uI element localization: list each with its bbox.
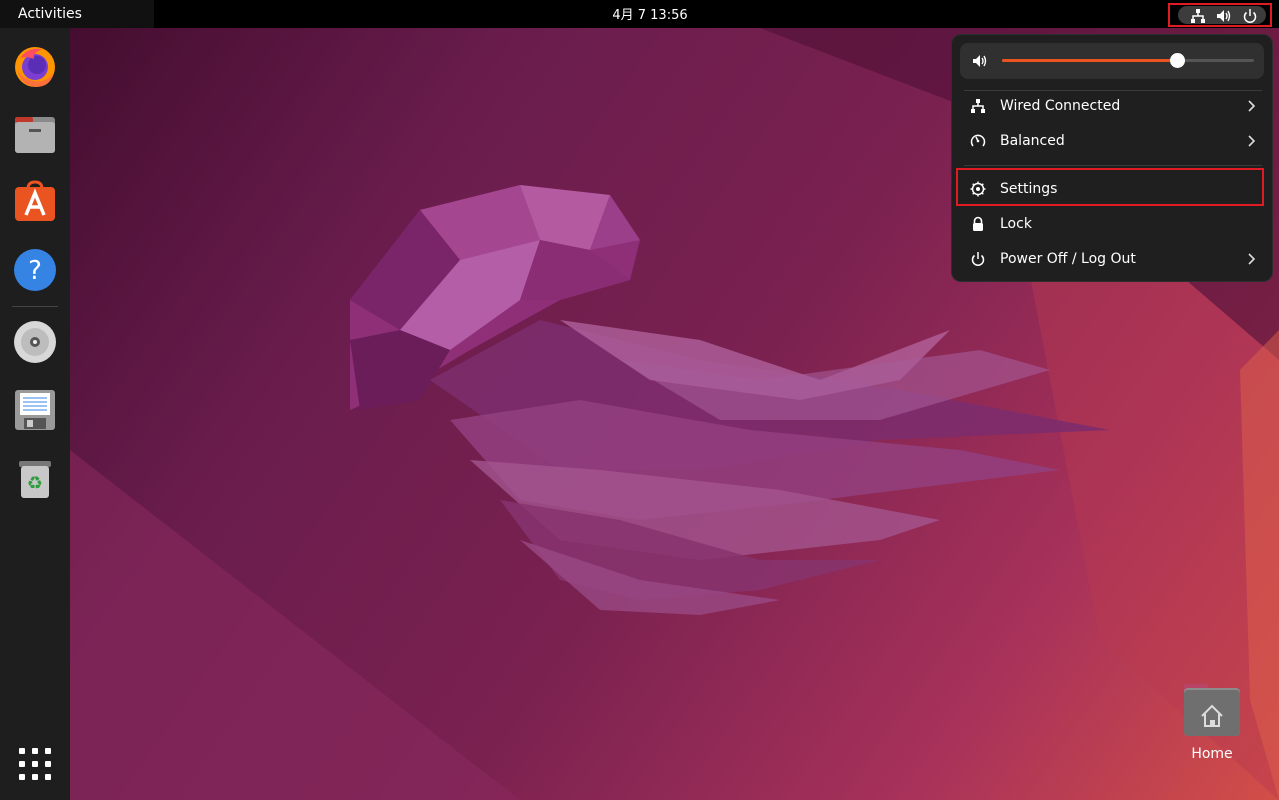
- menu-item-label: Lock: [1000, 216, 1032, 232]
- volume-icon[interactable]: [972, 53, 988, 69]
- network-wired-icon: [971, 99, 985, 113]
- system-status-area[interactable]: [1168, 3, 1272, 27]
- volume-icon: [1217, 10, 1231, 22]
- help-icon: ?: [14, 249, 56, 291]
- dock-firefox[interactable]: [9, 40, 61, 92]
- dock-separator: [12, 306, 58, 307]
- quick-settings-menu: Wired Connected Balanced Settings Lock P…: [951, 34, 1273, 282]
- menu-item-wired[interactable]: Wired Connected: [956, 89, 1268, 123]
- dock-disc[interactable]: [9, 316, 61, 368]
- menu-item-label: Wired Connected: [1000, 98, 1121, 114]
- menu-item-label: Power Off / Log Out: [1000, 251, 1136, 267]
- chevron-right-icon: [1248, 135, 1256, 147]
- disc-icon: [14, 321, 56, 363]
- menu-item-power-mode[interactable]: Balanced: [956, 124, 1268, 158]
- menu-item-label: Balanced: [1000, 133, 1065, 149]
- volume-slider[interactable]: [1002, 43, 1254, 79]
- volume-slider-fill: [1002, 59, 1179, 62]
- lock-icon: [973, 216, 983, 231]
- svg-text:?: ?: [28, 256, 42, 286]
- floppy-icon: [15, 390, 55, 430]
- top-bar: Activities 4月 7 13:56: [0, 0, 1279, 28]
- dock-help[interactable]: ?: [9, 244, 61, 296]
- firefox-icon: [15, 47, 55, 87]
- settings-highlight-box: [956, 168, 1264, 206]
- menu-separator: [964, 165, 1262, 166]
- clock[interactable]: 4月 7 13:56: [560, 0, 740, 28]
- svg-text:♻: ♻: [27, 473, 43, 494]
- activities-button[interactable]: Activities: [0, 0, 154, 28]
- dock-save[interactable]: [9, 384, 61, 436]
- software-store-icon: [15, 180, 55, 221]
- home-folder-desktop-icon[interactable]: Home: [1176, 680, 1248, 770]
- menu-item-power-off[interactable]: Power Off / Log Out: [956, 242, 1268, 276]
- dock-trash[interactable]: ♻: [9, 452, 61, 504]
- dock-software[interactable]: [9, 176, 61, 228]
- dock-files[interactable]: [9, 108, 61, 160]
- status-pill[interactable]: [1178, 6, 1266, 24]
- menu-item-lock[interactable]: Lock: [956, 207, 1268, 241]
- power-icon: [971, 252, 985, 266]
- trash-icon: ♻: [19, 461, 51, 498]
- files-icon: [15, 117, 55, 153]
- network-wired-icon: [1191, 9, 1205, 23]
- volume-row: [960, 43, 1264, 79]
- volume-slider-knob[interactable]: [1170, 53, 1186, 68]
- home-folder-icon: [1184, 684, 1240, 736]
- home-label: Home: [1191, 746, 1233, 762]
- app-grid-icon[interactable]: [17, 746, 53, 782]
- power-profile-icon: [970, 134, 986, 147]
- chevron-right-icon: [1248, 253, 1256, 265]
- power-icon: [1243, 9, 1257, 23]
- dock: ? ♻: [0, 28, 70, 800]
- chevron-right-icon: [1248, 100, 1256, 112]
